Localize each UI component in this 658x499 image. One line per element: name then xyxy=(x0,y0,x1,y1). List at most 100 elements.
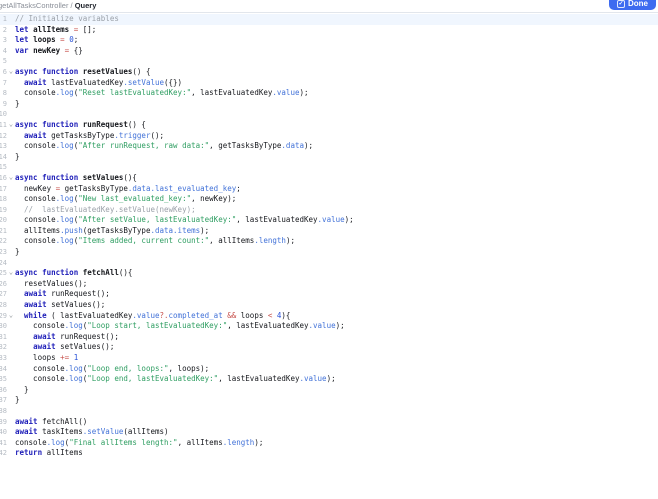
code-line[interactable]: 12 await getTasksByType.trigger(); xyxy=(0,131,658,142)
line-number: 24 xyxy=(0,258,7,267)
code-line[interactable]: 20 console.log("After setValue, lastEval… xyxy=(0,215,658,226)
fold-gutter-spacer xyxy=(7,78,15,89)
fold-gutter-spacer xyxy=(7,152,15,163)
fold-gutter-spacer xyxy=(7,131,15,142)
code-line-text: let allItems = []; xyxy=(15,24,97,34)
code-line[interactable]: 15 xyxy=(0,162,658,173)
code-line-text: await fetchAll() xyxy=(15,416,88,426)
code-line[interactable]: 6 ⌄ async function resetValues() { xyxy=(0,67,658,78)
line-number: 29 xyxy=(0,311,7,320)
code-line-text: console.log("After setValue, lastEvaluat… xyxy=(15,215,354,225)
code-line[interactable]: 37} xyxy=(0,395,658,406)
done-button-label: Done xyxy=(628,0,648,8)
code-line-text: await setValues(); xyxy=(24,300,106,310)
fold-toggle-icon[interactable]: ⌄ xyxy=(7,173,15,184)
code-line[interactable]: 5 xyxy=(0,56,658,67)
code-line[interactable]: 19 // lastEvaluatedKey.setValue(newKey); xyxy=(0,205,658,216)
code-line[interactable]: 33 loops += 1 xyxy=(0,353,658,364)
code-line[interactable]: 9} xyxy=(0,99,658,110)
fold-gutter-spacer xyxy=(7,321,15,332)
code-line-text: console.log("Loop end, lastEvaluatedKey:… xyxy=(15,374,336,384)
code-line[interactable]: 16 ⌄ async function setValues(){ xyxy=(0,173,658,184)
code-line[interactable]: 11 ⌄ async function runRequest() { xyxy=(0,120,658,131)
breadcrumb-parent[interactable]: getAllTasksController xyxy=(0,1,68,10)
code-line[interactable]: 21 allItems.push(getTasksByType.data.ite… xyxy=(0,226,658,237)
fold-gutter-spacer xyxy=(7,215,15,226)
line-number: 27 xyxy=(0,290,7,299)
code-line-text: } xyxy=(15,247,20,257)
code-line-text: } xyxy=(15,151,20,161)
code-line[interactable]: 41 console.log("Final allItems length:", … xyxy=(0,438,658,449)
code-line-text: let loops = 0; xyxy=(15,35,79,45)
code-line[interactable]: 29 ⌄ while ( lastEvaluatedKey.value?.comp… xyxy=(0,311,658,322)
fold-gutter-spacer xyxy=(7,46,15,57)
line-number: 33 xyxy=(0,354,7,362)
code-line[interactable]: 8 console.log("Reset lastEvaluatedKey:",… xyxy=(0,88,658,99)
line-number: 35 xyxy=(0,375,7,384)
line-number: 7 xyxy=(2,78,7,87)
code-line[interactable]: 10 xyxy=(0,109,658,120)
code-line[interactable]: 32 await setValues(); xyxy=(0,342,658,353)
line-number: 3 xyxy=(2,36,7,45)
code-line-text: loops += 1 xyxy=(15,353,79,362)
fold-toggle-icon[interactable]: ⌄ xyxy=(7,120,15,131)
code-line[interactable]: 25 ⌄ async function fetchAll(){ xyxy=(0,268,658,279)
code-line-text: var newKey = {} xyxy=(15,45,83,55)
code-line[interactable]: 28 await setValues(); xyxy=(0,300,658,311)
code-line[interactable]: 40 await taskItems.setValue(allItems) xyxy=(0,427,658,438)
code-line[interactable]: 27 await runRequest(); xyxy=(0,289,658,300)
code-line[interactable]: 17 newKey = getTasksByType.data.last_eva… xyxy=(0,184,658,195)
code-line[interactable]: 2 let allItems = []; xyxy=(0,25,658,36)
code-line-text: // lastEvaluatedKey.setValue(newKey); xyxy=(24,204,196,214)
done-button[interactable]: ✓ Done xyxy=(609,0,656,10)
code-line[interactable]: 22 console.log("Items added, current cou… xyxy=(0,236,658,247)
code-line[interactable]: 39 await fetchAll() xyxy=(0,417,658,428)
line-number: 17 xyxy=(0,184,7,193)
fold-gutter-spacer xyxy=(7,374,15,385)
fold-gutter-spacer xyxy=(7,25,15,36)
line-number: 38 xyxy=(0,406,7,415)
code-line[interactable]: 1 // Initialize variables xyxy=(0,14,658,25)
fold-toggle-icon[interactable]: ⌄ xyxy=(7,311,15,322)
line-number: 39 xyxy=(0,417,7,426)
line-number: 34 xyxy=(0,364,7,373)
code-line-text: console.log("Loop end, loops:", loops); xyxy=(15,363,210,373)
code-line[interactable]: 7 await lastEvaluatedKey.setValue({}) xyxy=(0,78,658,89)
line-number: 37 xyxy=(0,396,7,405)
code-line[interactable]: 38 xyxy=(0,406,658,417)
fold-gutter-spacer xyxy=(7,417,15,428)
fold-toggle-icon[interactable]: ⌄ xyxy=(7,67,15,78)
code-line-text: return allItems xyxy=(15,448,83,458)
code-line[interactable]: 13 console.log("After runRequest, raw da… xyxy=(0,141,658,152)
code-line[interactable]: 23} xyxy=(0,247,658,258)
code-line[interactable]: 30 console.log("Loop start, lastEvaluate… xyxy=(0,321,658,332)
fold-toggle-icon[interactable]: ⌄ xyxy=(7,268,15,279)
code-line-text: await lastEvaluatedKey.setValue({}) xyxy=(24,77,183,87)
code-line[interactable]: 34 console.log("Loop end, loops:", loops… xyxy=(0,364,658,375)
code-line[interactable]: 4 var newKey = {} xyxy=(0,46,658,57)
line-number: 23 xyxy=(0,248,7,257)
fold-gutter-spacer xyxy=(7,99,15,110)
code-line[interactable]: 35 console.log("Loop end, lastEvaluatedK… xyxy=(0,374,658,385)
fold-gutter-spacer xyxy=(7,141,15,152)
code-line-text: await taskItems.setValue(allItems) xyxy=(15,427,169,437)
code-line[interactable]: 14} xyxy=(0,152,658,163)
code-line[interactable]: 3 let loops = 0; xyxy=(0,35,658,46)
code-line[interactable]: 18 console.log("New last_evaluated_key:"… xyxy=(0,194,658,205)
code-line[interactable]: 24 xyxy=(0,258,658,269)
code-line[interactable]: 26 resetValues(); xyxy=(0,279,658,290)
fold-gutter-spacer xyxy=(7,427,15,438)
code-editor[interactable]: 1 // Initialize variables 2 let allItems = … xyxy=(0,13,658,459)
code-line-text: await setValues(); xyxy=(33,342,115,352)
fold-gutter-spacer xyxy=(7,279,15,290)
code-line[interactable]: 36 } xyxy=(0,385,658,396)
code-line[interactable]: 42 return allItems xyxy=(0,448,658,459)
line-number: 15 xyxy=(0,163,7,172)
line-number: 20 xyxy=(0,216,7,225)
line-number: 5 xyxy=(2,57,7,66)
line-number: 19 xyxy=(0,205,7,214)
code-line[interactable]: 31 await runRequest(); xyxy=(0,332,658,343)
